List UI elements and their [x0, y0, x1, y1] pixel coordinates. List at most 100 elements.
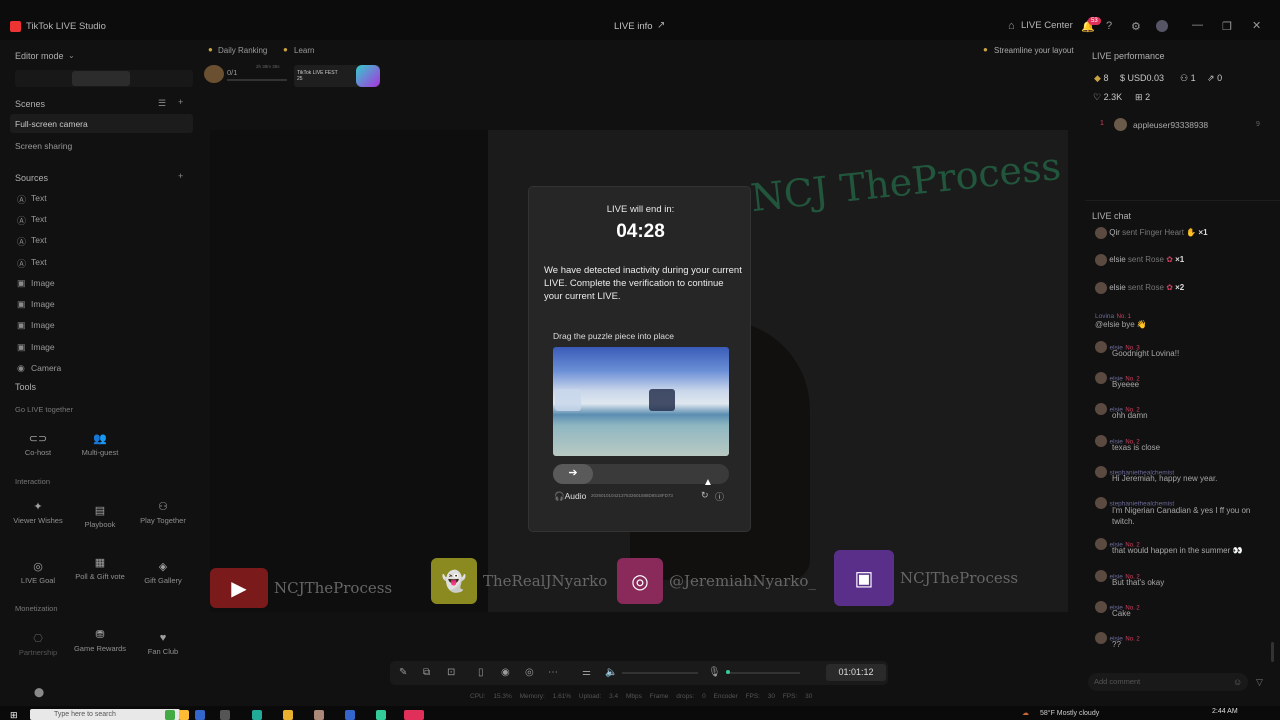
earnings-stat: $ USD0.03 [1120, 73, 1165, 83]
layout-icon[interactable]: ⊡ [447, 667, 455, 678]
chat-message: elsie No. 3 Goodnight Lovina!! [1095, 341, 1270, 358]
mic-level-slider[interactable] [726, 672, 800, 674]
captcha-code: 20260101042137532601588D8518FD73 [591, 493, 673, 498]
audio-captcha-button[interactable]: 🎧Audio [554, 491, 586, 502]
source-item[interactable]: Text [31, 235, 47, 245]
avatar [1095, 403, 1107, 415]
weather-text[interactable]: 58°F Mostly cloudy [1040, 710, 1099, 717]
file-explorer-icon[interactable] [283, 710, 293, 720]
weather-icon: ☁ [1022, 710, 1029, 717]
taskbar-app-icon[interactable] [314, 710, 324, 720]
list-icon[interactable]: ☰ [158, 98, 166, 109]
rose-icon: ✿ [1166, 283, 1173, 293]
fan-club-tool[interactable]: ♥ Fan Club [133, 632, 193, 656]
add-scene-icon[interactable]: + [178, 97, 183, 107]
magic-wand-icon[interactable]: ✎ [399, 667, 407, 678]
streamline-link[interactable]: Streamline your layout [994, 46, 1074, 55]
live-goal-tool[interactable]: ◎ LIVE Goal [8, 560, 68, 585]
image-source-icon: ▣ [17, 320, 26, 330]
editor-mode-dropdown[interactable]: Editor mode [15, 51, 64, 61]
multiguest-tool[interactable]: 👥 Multi-guest [70, 432, 130, 457]
live-info-title[interactable]: LIVE info [614, 21, 653, 32]
taskbar-search[interactable]: Type here to search [30, 709, 180, 720]
volume-slider[interactable] [622, 672, 698, 674]
speaker-icon[interactable]: 🔈 [605, 667, 617, 678]
source-item[interactable]: Image [31, 342, 55, 352]
poll-tool[interactable]: ▦ Poll & Gift vote [70, 556, 130, 581]
share-icon[interactable]: ↗ [657, 20, 665, 31]
top-viewer-score: 9 [1256, 121, 1260, 128]
image-source-icon: ▣ [17, 342, 26, 352]
windows-start-icon[interactable]: ⊞ [10, 710, 18, 720]
replay-icon[interactable]: ◎ [525, 667, 534, 678]
cohost-tool[interactable]: ⊂⊃ Co-host [8, 432, 68, 457]
close-icon[interactable]: ✕ [1252, 19, 1261, 32]
person-icon: ⚇ [1180, 73, 1189, 83]
viewer-wishes-tool[interactable]: ✦ Viewer Wishes [8, 500, 68, 525]
chevron-down-icon[interactable]: ⌄ [68, 51, 75, 60]
trophy-icon: ● [208, 45, 213, 54]
gift-message: elsie sent Rose ✿ ×1 [1095, 254, 1270, 266]
taskbar-app-icon[interactable] [376, 710, 386, 720]
text-source-icon: Ⓐ [17, 195, 27, 205]
source-item[interactable]: Image [31, 299, 55, 309]
fest-logo [356, 65, 380, 87]
goal-timer: 2h 38m 35s [256, 64, 280, 69]
emoji-icon[interactable]: ☺ [1233, 677, 1242, 687]
help-icon[interactable]: ? [1106, 20, 1112, 32]
sources-header: Sources [15, 173, 49, 183]
scene-item[interactable]: Screen sharing [15, 141, 72, 151]
partnership-tool[interactable]: ⎔ Partnership [8, 632, 68, 657]
captcha-slider-handle[interactable]: ➔ [553, 464, 593, 484]
avatar[interactable] [1156, 20, 1168, 32]
dialog-title: LIVE will end in: [606, 204, 675, 215]
playbook-tool[interactable]: ▤ Playbook [70, 504, 130, 529]
task-view-icon[interactable] [220, 710, 230, 720]
landscape-layout-button[interactable] [72, 71, 130, 86]
source-item[interactable]: Image [31, 278, 55, 288]
chrome-icon[interactable] [179, 710, 189, 720]
scene-item[interactable]: Full-screen camera [15, 119, 88, 129]
live-center-button[interactable]: LIVE Center [1021, 20, 1073, 31]
source-item[interactable]: Text [31, 214, 47, 224]
play-together-tool[interactable]: ⚇ Play Together [133, 500, 193, 525]
puzzle-piece[interactable] [555, 389, 581, 411]
info-icon[interactable]: ⓘ [715, 490, 724, 503]
source-item[interactable]: Camera [31, 363, 61, 373]
chat-message: elsie No. 2 Cake [1095, 601, 1270, 618]
more-tool-icon[interactable]: ⬤ [34, 687, 44, 698]
settings-gear-icon[interactable]: ⚙ [1131, 20, 1141, 33]
live-performance-header: LIVE performance [1092, 51, 1165, 61]
mixer-icon[interactable]: ⚌ [582, 667, 591, 678]
source-item[interactable]: Text [31, 257, 47, 267]
phone-icon[interactable]: ▯ [478, 667, 484, 678]
tiktok-studio-taskbar-icon[interactable] [404, 710, 424, 720]
refresh-icon[interactable]: ↻ [701, 490, 709, 501]
chat-scrollbar[interactable] [1271, 642, 1274, 662]
dollar-icon: $ [1120, 73, 1126, 83]
edge-icon[interactable] [252, 710, 262, 720]
source-item[interactable]: Image [31, 320, 55, 330]
record-icon[interactable]: ◉ [501, 667, 510, 678]
filter-icon[interactable]: ▽ [1256, 677, 1263, 688]
gamepad-icon: ⚇ [158, 501, 168, 513]
add-source-icon[interactable]: + [178, 171, 183, 181]
learn-link[interactable]: Learn [294, 46, 314, 55]
gift-gallery-tool[interactable]: ◈ Gift Gallery [133, 560, 193, 585]
rose-icon: ✿ [1166, 255, 1173, 265]
taskbar-app-icon[interactable] [165, 710, 175, 720]
effects-icon[interactable]: ⧉ [423, 667, 430, 678]
minimize-icon[interactable]: — [1192, 19, 1203, 31]
microphone-icon[interactable]: 🎙 [708, 667, 721, 678]
more-icon[interactable]: ⋯ [548, 667, 558, 678]
game-rewards-tool[interactable]: ⛃ Game Rewards [70, 628, 130, 653]
add-comment-input[interactable]: Add comment [1088, 673, 1248, 691]
taskbar-app-icon[interactable] [195, 710, 205, 720]
source-item[interactable]: Text [31, 193, 47, 203]
daily-ranking-link[interactable]: Daily Ranking [218, 46, 267, 55]
restore-icon[interactable]: ❐ [1222, 20, 1232, 33]
top-viewer-name[interactable]: appleuser93338938 [1133, 120, 1208, 130]
taskbar-app-icon[interactable] [345, 710, 355, 720]
text-source-icon: Ⓐ [17, 216, 27, 226]
clock[interactable]: 2:44 AM [1212, 708, 1238, 715]
